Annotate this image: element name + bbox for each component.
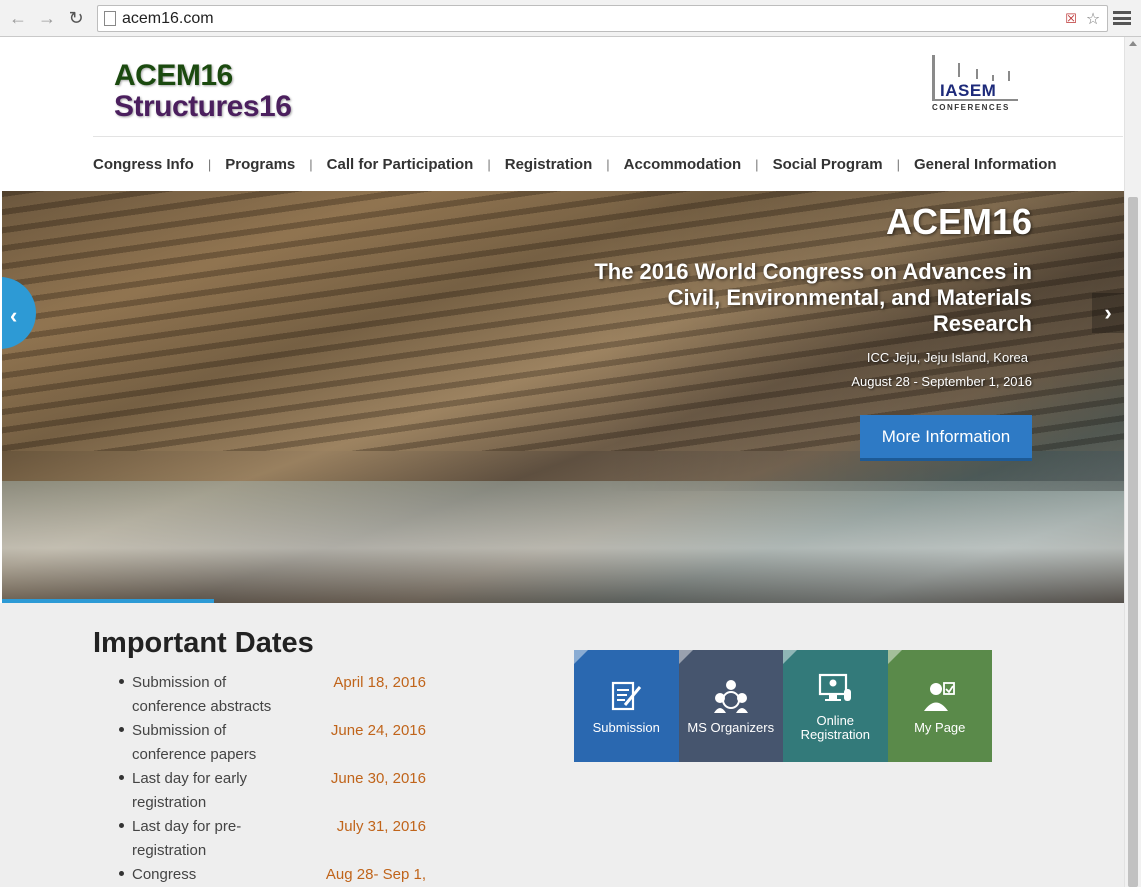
bullet xyxy=(119,775,124,780)
scroll-up-arrow-icon[interactable] xyxy=(1129,41,1137,46)
important-dates-list: Submission of conference abstracts April… xyxy=(93,671,433,887)
nav-registration[interactable]: Registration xyxy=(505,156,593,173)
list-item: Submission of conference abstracts April… xyxy=(93,671,433,719)
date-value: June 24, 2016 xyxy=(330,722,426,739)
date-label: Last day for pre-registration xyxy=(132,818,242,859)
site-logo-acem16[interactable]: ACEM16 xyxy=(114,59,233,93)
bullet xyxy=(119,679,124,684)
date-label: Submission of conference papers xyxy=(132,722,257,763)
chevron-right-icon[interactable]: › xyxy=(1092,293,1124,333)
hamburger-menu-icon[interactable] xyxy=(1113,8,1131,28)
date-value: April 18, 2016 xyxy=(333,674,426,691)
list-item: Last day for early registration June 30,… xyxy=(93,767,433,815)
forward-arrow-icon[interactable]: → xyxy=(36,7,58,29)
tile-corner xyxy=(678,650,693,664)
browser-toolbar: ← → ↻ acem16.com ☒ ☆ xyxy=(0,0,1141,37)
main-navigation: Congress Info | Programs | Call for Part… xyxy=(93,153,1093,175)
user-check-icon xyxy=(921,677,959,715)
hero-date: August 28 - September 1, 2016 xyxy=(851,374,1032,389)
hero-subtitle: The 2016 World Congress on Advances in C… xyxy=(594,259,1032,336)
group-icon xyxy=(712,677,750,715)
date-value: Aug 28- Sep 1, 2016 xyxy=(325,866,426,883)
computer-icon xyxy=(816,670,854,708)
tile-label: Online Registration xyxy=(800,713,870,742)
list-item: Submission of conference papers June 24,… xyxy=(93,719,433,767)
date-label: Submission of conference abstracts xyxy=(132,674,272,715)
nav-accommodation[interactable]: Accommodation xyxy=(624,156,742,173)
tile-corner xyxy=(887,650,902,664)
important-dates-title: Important Dates xyxy=(93,627,314,659)
hero-title: ACEM16 xyxy=(885,201,1032,242)
bullet xyxy=(119,727,124,732)
tile-corner xyxy=(574,650,588,664)
vertical-scrollbar[interactable] xyxy=(1124,37,1141,887)
nav-separator: | xyxy=(606,156,610,172)
nav-call-for-participation[interactable]: Call for Participation xyxy=(327,156,474,173)
nav-separator: | xyxy=(487,156,491,172)
nav-programs[interactable]: Programs xyxy=(225,156,295,173)
reload-icon[interactable]: ↻ xyxy=(65,7,87,29)
ms-organizers-tile[interactable]: MS Organizers xyxy=(678,650,783,762)
header-divider xyxy=(93,136,1123,137)
site-logo-structures16[interactable]: Structures16 xyxy=(114,90,292,124)
submission-tile[interactable]: Submission xyxy=(574,650,679,762)
quick-links: Submission MS Organizers Online Registra… xyxy=(574,650,992,762)
nav-separator: | xyxy=(309,156,313,172)
date-label: Congress xyxy=(132,866,197,883)
online-registration-tile[interactable]: Online Registration xyxy=(783,650,888,762)
url-text[interactable]: acem16.com xyxy=(122,10,214,28)
web-page: ACEM16 Structures16 IASEM CONFERENCES Co… xyxy=(0,37,1124,887)
blocked-content-icon[interactable]: ☒ xyxy=(1061,9,1081,29)
date-value: July 31, 2016 xyxy=(336,818,426,835)
back-arrow-icon[interactable]: ← xyxy=(7,7,29,29)
address-bar[interactable]: acem16.com ☒ ☆ xyxy=(97,5,1108,32)
date-value: June 30, 2016 xyxy=(330,770,426,787)
tile-corner xyxy=(783,650,797,664)
more-information-button[interactable]: More Information xyxy=(860,415,1032,461)
nav-congress-info[interactable]: Congress Info xyxy=(93,156,194,173)
content-section: Important Dates Submission of conference… xyxy=(0,603,1124,887)
my-page-tile[interactable]: My Page xyxy=(887,650,992,762)
nav-social-program[interactable]: Social Program xyxy=(773,156,883,173)
list-item: Last day for pre-registration July 31, 2… xyxy=(93,815,433,863)
tile-label: Submission xyxy=(592,720,660,735)
list-item: Congress Aug 28- Sep 1, 2016 xyxy=(93,863,433,887)
iasem-subtitle: CONFERENCES xyxy=(932,103,1010,112)
tile-label: My Page xyxy=(914,720,966,735)
nav-separator: | xyxy=(207,156,212,172)
nav-separator: | xyxy=(896,156,900,172)
page-icon xyxy=(104,11,116,26)
nav-separator: | xyxy=(755,156,759,172)
hero-venue: ICC Jeju, Jeju Island, Korea xyxy=(866,350,1028,365)
iasem-name: IASEM xyxy=(940,81,997,100)
bookmark-star-icon[interactable]: ☆ xyxy=(1083,9,1103,29)
bullet xyxy=(119,823,124,828)
bullet xyxy=(119,871,124,876)
nav-general-information[interactable]: General Information xyxy=(914,156,1057,173)
scrollbar-thumb[interactable] xyxy=(1128,197,1138,887)
hero-slider: ACEM16 The 2016 World Congress on Advanc… xyxy=(2,191,1124,603)
chevron-left-icon[interactable]: ‹ xyxy=(10,303,30,328)
date-label: Last day for early registration xyxy=(132,770,248,811)
hero-water-image xyxy=(2,481,1124,603)
site-header: ACEM16 Structures16 IASEM CONFERENCES xyxy=(0,37,1124,137)
tile-label: MS Organizers xyxy=(687,720,775,735)
iasem-logo[interactable]: IASEM CONFERENCES xyxy=(928,55,1023,117)
form-pencil-icon xyxy=(607,677,645,715)
